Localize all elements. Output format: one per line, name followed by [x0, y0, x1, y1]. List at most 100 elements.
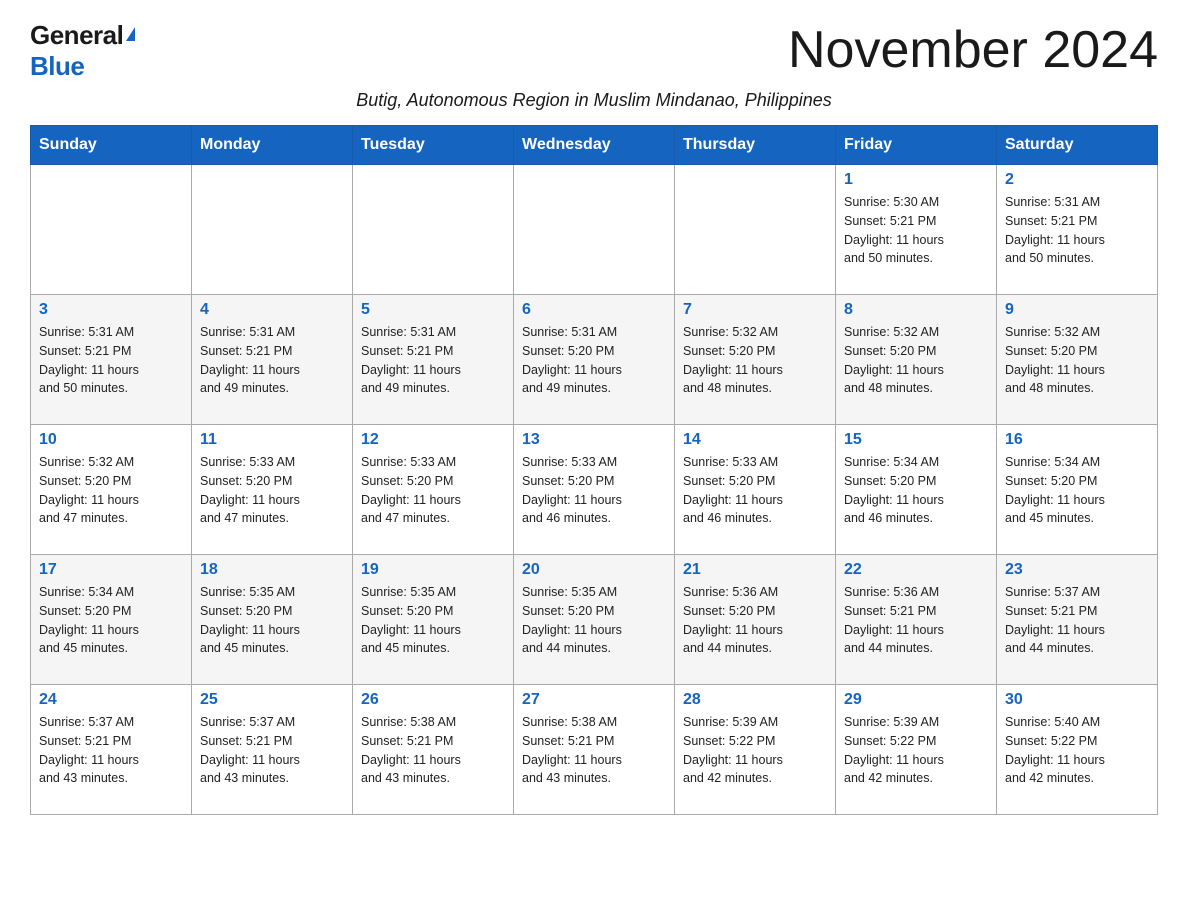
day-info: Sunrise: 5:34 AMSunset: 5:20 PMDaylight:… — [39, 583, 183, 658]
day-info: Sunrise: 5:34 AMSunset: 5:20 PMDaylight:… — [1005, 453, 1149, 528]
logo: General Blue — [30, 20, 135, 82]
calendar-day-header: Saturday — [997, 126, 1158, 165]
calendar-day-cell: 16 Sunrise: 5:34 AMSunset: 5:20 PMDayligh… — [997, 425, 1158, 555]
day-info: Sunrise: 5:35 AMSunset: 5:20 PMDaylight:… — [522, 583, 666, 658]
page-header: General Blue November 2024 — [30, 20, 1158, 82]
day-info: Sunrise: 5:31 AMSunset: 5:21 PMDaylight:… — [200, 323, 344, 398]
calendar-week-row: 17 Sunrise: 5:34 AMSunset: 5:20 PMDayligh… — [31, 555, 1158, 685]
day-info: Sunrise: 5:35 AMSunset: 5:20 PMDaylight:… — [200, 583, 344, 658]
calendar-day-cell — [675, 165, 836, 295]
day-number: 21 — [683, 561, 827, 579]
calendar-day-cell: 7 Sunrise: 5:32 AMSunset: 5:20 PMDaylight… — [675, 295, 836, 425]
calendar-table: SundayMondayTuesdayWednesdayThursdayFrid… — [30, 125, 1158, 815]
logo-general-text: General — [30, 20, 123, 51]
calendar-day-cell: 14Sunrise: 5:33 AMSunset: 5:20 PMDayligh… — [675, 425, 836, 555]
day-number: 11 — [200, 431, 344, 449]
day-info: Sunrise: 5:31 AMSunset: 5:20 PMDaylight:… — [522, 323, 666, 398]
day-info: Sunrise: 5:33 AMSunset: 5:20 PMDaylight:… — [200, 453, 344, 528]
day-number: 15 — [844, 431, 988, 449]
day-number: 14 — [683, 431, 827, 449]
day-number: 24 — [39, 691, 183, 709]
day-number: 9 — [1005, 301, 1149, 319]
calendar-day-cell: 27 Sunrise: 5:38 AMSunset: 5:21 PMDayligh… — [514, 685, 675, 815]
day-info: Sunrise: 5:31 AMSunset: 5:21 PMDaylight:… — [39, 323, 183, 398]
day-number: 25 — [200, 691, 344, 709]
day-number: 8 — [844, 301, 988, 319]
calendar-day-header: Tuesday — [353, 126, 514, 165]
day-number: 23 — [1005, 561, 1149, 579]
day-number: 17 — [39, 561, 183, 579]
day-number: 30 — [1005, 691, 1149, 709]
day-number: 3 — [39, 301, 183, 319]
day-number: 19 — [361, 561, 505, 579]
calendar-day-cell: 12 Sunrise: 5:33 AMSunset: 5:20 PMDayligh… — [353, 425, 514, 555]
calendar-day-cell: 4 Sunrise: 5:31 AMSunset: 5:21 PMDaylight… — [192, 295, 353, 425]
calendar-day-header: Thursday — [675, 126, 836, 165]
calendar-day-header: Monday — [192, 126, 353, 165]
calendar-day-cell: 20 Sunrise: 5:35 AMSunset: 5:20 PMDayligh… — [514, 555, 675, 685]
day-info: Sunrise: 5:39 AMSunset: 5:22 PMDaylight:… — [844, 713, 988, 788]
calendar-day-cell: 21 Sunrise: 5:36 AMSunset: 5:20 PMDayligh… — [675, 555, 836, 685]
calendar-day-cell: 19 Sunrise: 5:35 AMSunset: 5:20 PMDayligh… — [353, 555, 514, 685]
day-info: Sunrise: 5:33 AMSunset: 5:20 PMDaylight:… — [361, 453, 505, 528]
day-info: Sunrise: 5:38 AMSunset: 5:21 PMDaylight:… — [361, 713, 505, 788]
day-info: Sunrise: 5:35 AMSunset: 5:20 PMDaylight:… — [361, 583, 505, 658]
day-info: Sunrise: 5:38 AMSunset: 5:21 PMDaylight:… — [522, 713, 666, 788]
calendar-day-cell: 1Sunrise: 5:30 AMSunset: 5:21 PMDaylight… — [836, 165, 997, 295]
calendar-day-cell: 9 Sunrise: 5:32 AMSunset: 5:20 PMDaylight… — [997, 295, 1158, 425]
calendar-day-header: Wednesday — [514, 126, 675, 165]
day-info: Sunrise: 5:37 AMSunset: 5:21 PMDaylight:… — [1005, 583, 1149, 658]
day-info: Sunrise: 5:36 AMSunset: 5:20 PMDaylight:… — [683, 583, 827, 658]
day-info: Sunrise: 5:32 AMSunset: 5:20 PMDaylight:… — [39, 453, 183, 528]
day-number: 5 — [361, 301, 505, 319]
calendar-day-cell: 30 Sunrise: 5:40 AMSunset: 5:22 PMDayligh… — [997, 685, 1158, 815]
day-info: Sunrise: 5:32 AMSunset: 5:20 PMDaylight:… — [683, 323, 827, 398]
day-number: 20 — [522, 561, 666, 579]
calendar-day-cell — [192, 165, 353, 295]
logo-blue-text: Blue — [30, 51, 84, 81]
calendar-header-row: SundayMondayTuesdayWednesdayThursdayFrid… — [31, 126, 1158, 165]
day-info: Sunrise: 5:36 AMSunset: 5:21 PMDaylight:… — [844, 583, 988, 658]
calendar-day-header: Sunday — [31, 126, 192, 165]
calendar-day-cell: 5Sunrise: 5:31 AMSunset: 5:21 PMDaylight… — [353, 295, 514, 425]
day-number: 29 — [844, 691, 988, 709]
day-info: Sunrise: 5:32 AMSunset: 5:20 PMDaylight:… — [1005, 323, 1149, 398]
calendar-day-cell: 11 Sunrise: 5:33 AMSunset: 5:20 PMDayligh… — [192, 425, 353, 555]
day-info: Sunrise: 5:31 AMSunset: 5:21 PMDaylight:… — [1005, 193, 1149, 268]
calendar-day-cell: 26Sunrise: 5:38 AMSunset: 5:21 PMDayligh… — [353, 685, 514, 815]
calendar-day-cell: 22 Sunrise: 5:36 AMSunset: 5:21 PMDayligh… — [836, 555, 997, 685]
day-number: 2 — [1005, 171, 1149, 189]
day-number: 10 — [39, 431, 183, 449]
logo-triangle-icon — [126, 27, 135, 41]
day-number: 16 — [1005, 431, 1149, 449]
calendar-day-cell: 17 Sunrise: 5:34 AMSunset: 5:20 PMDayligh… — [31, 555, 192, 685]
day-number: 4 — [200, 301, 344, 319]
day-info: Sunrise: 5:30 AMSunset: 5:21 PMDaylight:… — [844, 193, 988, 268]
calendar-day-cell: 6 Sunrise: 5:31 AMSunset: 5:20 PMDaylight… — [514, 295, 675, 425]
calendar-day-cell: 18Sunrise: 5:35 AMSunset: 5:20 PMDayligh… — [192, 555, 353, 685]
calendar-day-cell: 15 Sunrise: 5:34 AMSunset: 5:20 PMDayligh… — [836, 425, 997, 555]
calendar-day-cell: 3 Sunrise: 5:31 AMSunset: 5:21 PMDaylight… — [31, 295, 192, 425]
calendar-week-row: 1Sunrise: 5:30 AMSunset: 5:21 PMDaylight… — [31, 165, 1158, 295]
calendar-day-header: Friday — [836, 126, 997, 165]
day-info: Sunrise: 5:34 AMSunset: 5:20 PMDaylight:… — [844, 453, 988, 528]
month-title: November 2024 — [788, 20, 1158, 80]
calendar-day-cell: 8 Sunrise: 5:32 AMSunset: 5:20 PMDaylight… — [836, 295, 997, 425]
day-number: 22 — [844, 561, 988, 579]
day-info: Sunrise: 5:37 AMSunset: 5:21 PMDaylight:… — [200, 713, 344, 788]
calendar-week-row: 24 Sunrise: 5:37 AMSunset: 5:21 PMDayligh… — [31, 685, 1158, 815]
day-info: Sunrise: 5:32 AMSunset: 5:20 PMDaylight:… — [844, 323, 988, 398]
calendar-day-cell: 29 Sunrise: 5:39 AMSunset: 5:22 PMDayligh… — [836, 685, 997, 815]
calendar-day-cell — [353, 165, 514, 295]
day-number: 12 — [361, 431, 505, 449]
day-number: 13 — [522, 431, 666, 449]
day-number: 28 — [683, 691, 827, 709]
day-number: 7 — [683, 301, 827, 319]
day-info: Sunrise: 5:37 AMSunset: 5:21 PMDaylight:… — [39, 713, 183, 788]
day-info: Sunrise: 5:40 AMSunset: 5:22 PMDaylight:… — [1005, 713, 1149, 788]
calendar-day-cell: 25 Sunrise: 5:37 AMSunset: 5:21 PMDayligh… — [192, 685, 353, 815]
day-number: 6 — [522, 301, 666, 319]
calendar-week-row: 10 Sunrise: 5:32 AMSunset: 5:20 PMDayligh… — [31, 425, 1158, 555]
calendar-day-cell: 24 Sunrise: 5:37 AMSunset: 5:21 PMDayligh… — [31, 685, 192, 815]
day-number: 27 — [522, 691, 666, 709]
